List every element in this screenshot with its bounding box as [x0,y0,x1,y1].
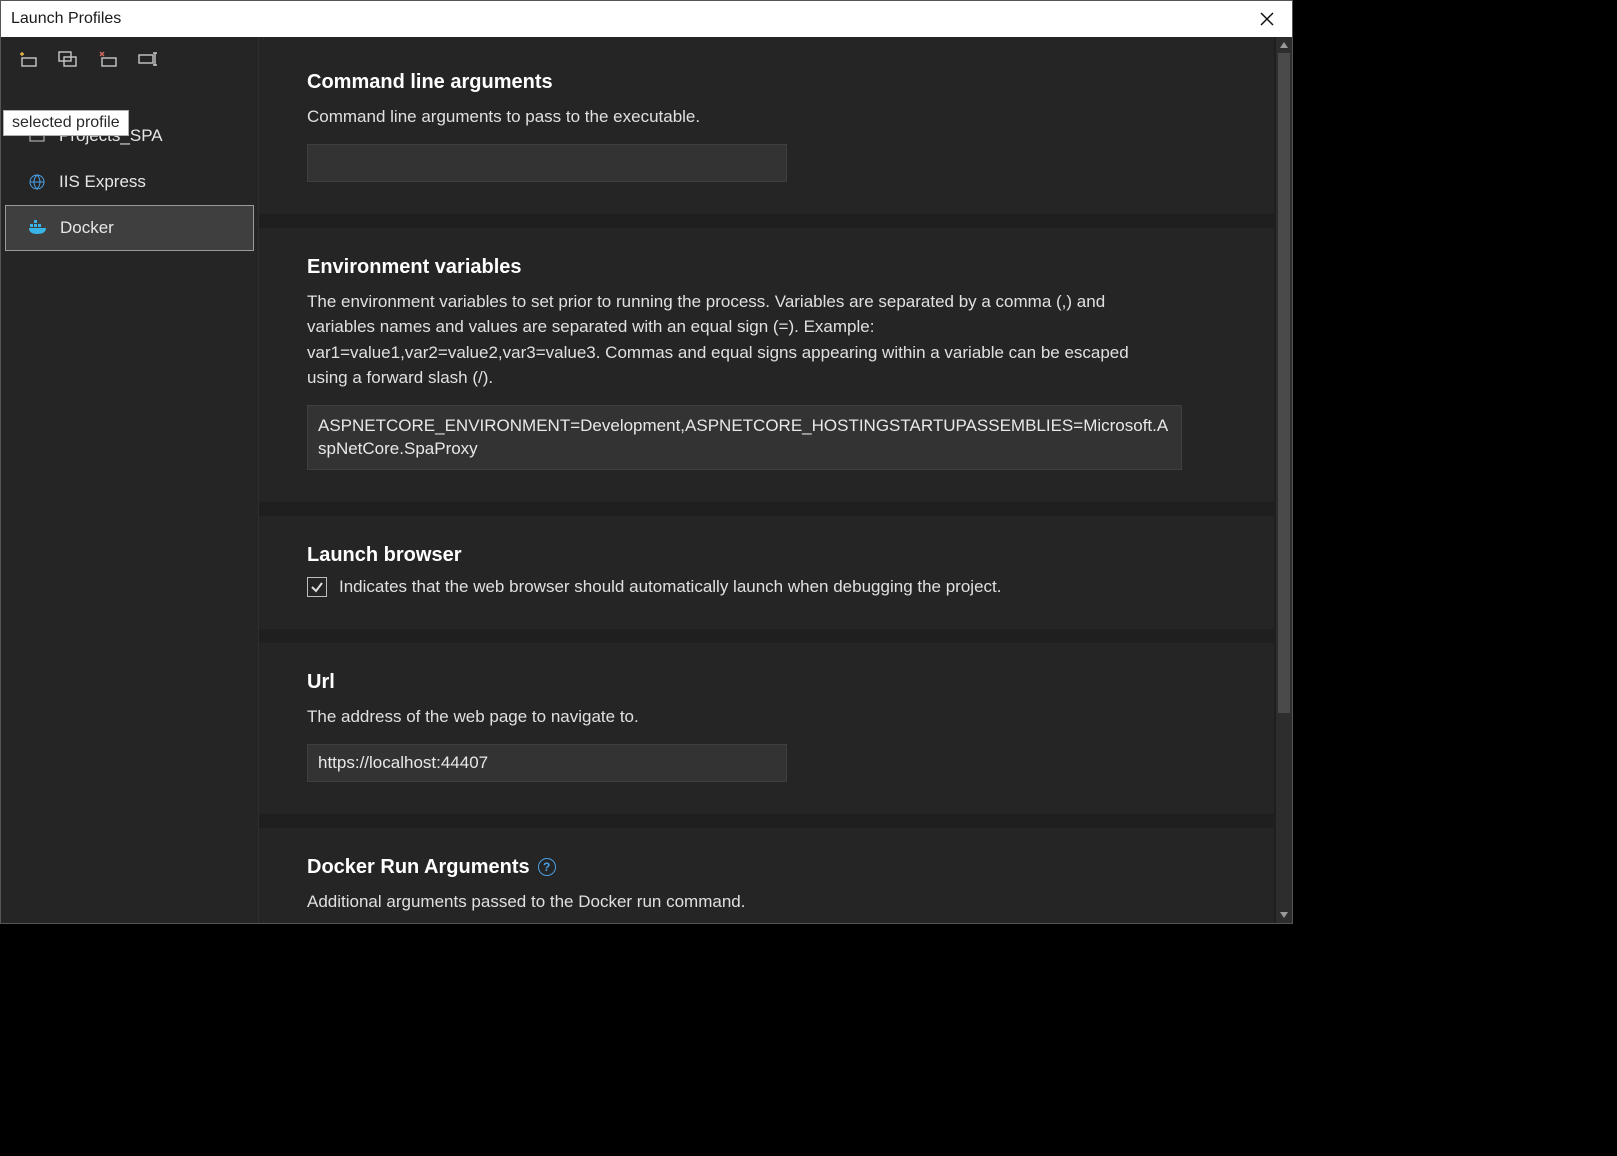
section-title: Command line arguments [307,71,1226,94]
dialog-body: selected profile Projects_SPA II [1,37,1292,923]
section-command-line-arguments: Command line arguments Command line argu… [259,37,1274,214]
section-environment-variables: Environment variables The environment va… [259,228,1274,503]
globe-icon [27,172,47,192]
close-button[interactable] [1252,4,1282,34]
content-scroll: Command line arguments Command line argu… [259,37,1276,923]
scrollbar-track[interactable] [1276,53,1292,907]
section-title: Docker Run Arguments ? [307,856,1226,879]
section-description: Command line arguments to pass to the ex… [307,104,1117,130]
window-title: Launch Profiles [11,10,121,28]
checkbox-label: Indicates that the web browser should au… [339,577,1001,597]
tooltip: selected profile [3,110,129,136]
delete-profile-button[interactable] [95,48,121,70]
scroll-up-arrow-icon[interactable] [1276,37,1292,53]
profile-label: Docker [60,218,114,238]
section-description: The address of the web page to navigate … [307,704,1117,730]
vertical-scrollbar[interactable] [1276,37,1292,923]
section-title: Launch browser [307,544,1226,567]
rename-profile-button[interactable] [135,48,161,70]
launch-browser-checkbox[interactable] [307,577,327,597]
docker-icon [28,218,48,238]
new-profile-button[interactable] [15,48,41,70]
scrollbar-thumb[interactable] [1278,53,1290,713]
scroll-down-arrow-icon[interactable] [1276,907,1292,923]
launch-profiles-dialog: Launch Profiles [0,0,1293,924]
profile-item-iis-express[interactable]: IIS Express [1,159,258,205]
duplicate-profile-button[interactable] [55,48,81,70]
profile-item-docker[interactable]: Docker [5,205,254,251]
section-title: Environment variables [307,256,1226,279]
sidebar-toolbar [1,37,258,75]
profile-label: IIS Express [59,172,146,192]
section-description: Additional arguments passed to the Docke… [307,889,1117,915]
sidebar: selected profile Projects_SPA II [1,37,259,923]
environment-variables-input[interactable]: ASPNETCORE_ENVIRONMENT=Development,ASPNE… [307,405,1182,471]
section-url: Url The address of the web page to navig… [259,643,1274,814]
section-title: Url [307,671,1226,694]
section-launch-browser: Launch browser Indicates that the web br… [259,516,1274,629]
help-icon[interactable]: ? [538,858,556,876]
section-docker-run-arguments: Docker Run Arguments ? Additional argume… [259,828,1274,923]
content-area: Command line arguments Command line argu… [259,37,1292,923]
titlebar: Launch Profiles [1,1,1292,37]
section-description: The environment variables to set prior t… [307,289,1167,391]
command-line-arguments-input[interactable] [307,144,787,182]
url-input[interactable] [307,744,787,782]
